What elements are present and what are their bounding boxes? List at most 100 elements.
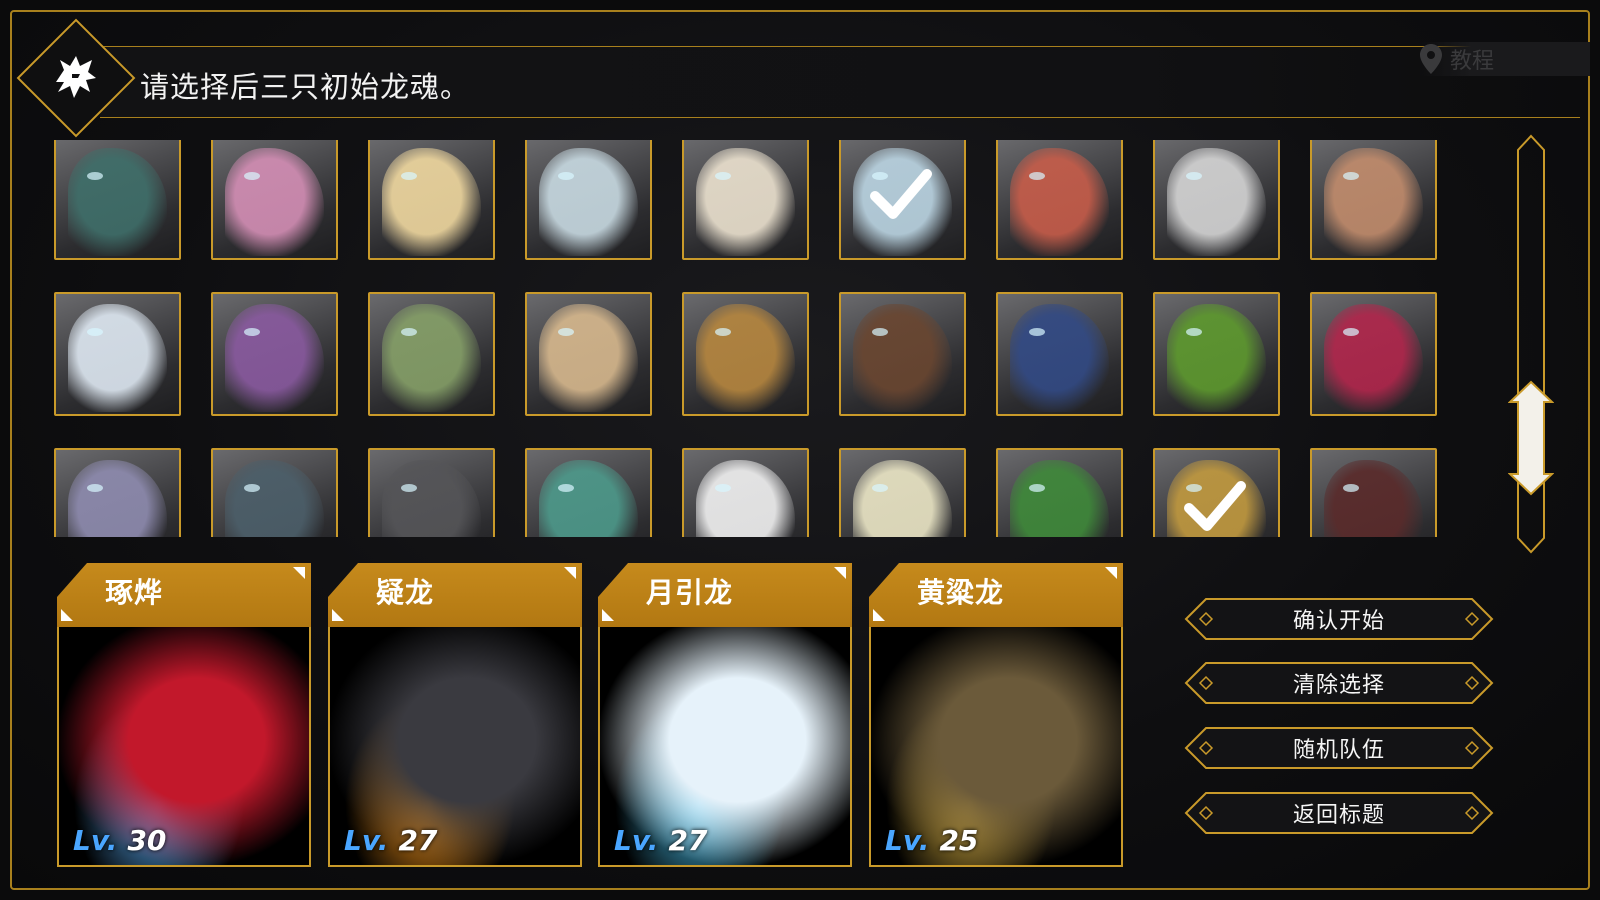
dragon-eye	[86, 327, 103, 336]
corner-marker	[834, 567, 846, 579]
confirm-start-button[interactable]: 确认开始	[1184, 597, 1494, 641]
dragon-portrait	[1324, 459, 1423, 537]
corner-marker	[602, 609, 614, 621]
dragon-eye	[1028, 171, 1045, 180]
dragon-tile-feather-dragon[interactable]	[525, 292, 652, 416]
corner-marker	[293, 567, 305, 579]
dragon-portrait	[1010, 303, 1109, 412]
dragon-portrait	[382, 303, 481, 412]
team-card[interactable]: Lv. 27 月引龙	[598, 563, 852, 867]
dragon-tile-navy-dragon[interactable]	[996, 292, 1123, 416]
card-level: Lv. 27	[614, 824, 707, 857]
team-card[interactable]: Lv. 25 黄粱龙	[869, 563, 1123, 867]
dragon-tile-teal-dragon[interactable]	[54, 140, 181, 260]
return-title-label: 返回标题	[1292, 803, 1385, 828]
check-icon	[870, 169, 932, 219]
dragon-tile-green-wyvern-dragon[interactable]	[996, 448, 1123, 537]
team-card[interactable]: Lv. 27 疑龙	[328, 563, 582, 867]
dragon-grid-inner	[54, 140, 1454, 537]
dragon-eye	[1342, 327, 1359, 336]
team-card[interactable]: Lv. 30 琢烨	[57, 563, 311, 867]
corner-marker	[61, 609, 73, 621]
dragon-tile-white-blue-dragon[interactable]	[54, 292, 181, 416]
dragon-portrait	[539, 459, 638, 537]
dragon-tile-dark-fish-dragon[interactable]	[211, 448, 338, 537]
confirm-start-label: 确认开始	[1292, 609, 1385, 634]
dragon-portrait	[1324, 303, 1423, 412]
dragon-grid[interactable]	[54, 140, 1454, 537]
dragon-eye	[243, 327, 260, 336]
dragon-eye	[243, 483, 260, 492]
dragon-eye	[1028, 327, 1045, 336]
clear-selection-button[interactable]: 清除选择	[1184, 661, 1494, 705]
card-name-tab: 疑龙	[328, 563, 582, 627]
dragon-tile-silver-spike-dragon[interactable]	[1153, 140, 1280, 260]
clear-selection-label: 清除选择	[1292, 673, 1385, 698]
page-title: 请选择后三只初始龙魂。	[140, 70, 471, 104]
dragon-tile-white-horned-dragon[interactable]	[682, 140, 809, 260]
dragon-tile-gold-antler-dragon[interactable]	[1153, 448, 1280, 537]
dragon-eye	[1342, 171, 1359, 180]
level-prefix: Lv.	[73, 824, 118, 857]
corner-marker	[1105, 567, 1117, 579]
dragon-eye	[714, 483, 731, 492]
dragon-tile-teal-gold-dragon[interactable]	[525, 448, 652, 537]
dragon-tile-ice-crystal-dragon[interactable]	[525, 140, 652, 260]
dragon-eye	[400, 483, 417, 492]
card-name: 黄粱龙	[917, 576, 1005, 609]
corner-marker	[564, 567, 576, 579]
dragon-eye	[400, 171, 417, 180]
dragon-tile-antler-gold-dragon[interactable]	[682, 292, 809, 416]
dragon-portrait	[1167, 303, 1266, 412]
dragon-portrait	[382, 459, 481, 537]
dragon-tile-emerald-orb-dragon[interactable]	[1153, 292, 1280, 416]
card-level: Lv. 27	[344, 824, 437, 857]
level-value: 30	[127, 824, 167, 857]
dragon-tile-cream-dragon[interactable]	[839, 448, 966, 537]
dragon-eye	[86, 483, 103, 492]
dragon-tile-neon-fire-dragon[interactable]	[1310, 292, 1437, 416]
dragon-tile-frost-wing-dragon[interactable]	[839, 140, 966, 260]
dragon-tile-golden-halo-dragon[interactable]	[368, 140, 495, 260]
dragon-tile-violet-dragon[interactable]	[211, 292, 338, 416]
dragon-tile-brown-ram-dragon[interactable]	[839, 292, 966, 416]
dragon-portrait	[1324, 147, 1423, 256]
dragon-tile-gray-cat-dragon[interactable]	[368, 448, 495, 537]
dragon-eye	[557, 327, 574, 336]
random-team-button[interactable]: 随机队伍	[1184, 726, 1494, 770]
dragon-tile-crimson-dark-dragon[interactable]	[1310, 448, 1437, 537]
card-level: Lv. 30	[73, 824, 166, 857]
check-icon	[1184, 481, 1246, 531]
dragon-eye	[86, 171, 103, 180]
level-prefix: Lv.	[885, 824, 930, 857]
dragon-portrait	[68, 459, 167, 537]
dragon-eye	[557, 483, 574, 492]
tutorial-button[interactable]: 教程	[1420, 42, 1590, 76]
tutorial-label: 教程	[1450, 49, 1495, 74]
dragon-portrait	[1167, 147, 1266, 256]
dragon-portrait	[539, 147, 638, 256]
dragon-tile-green-leaf-dragon[interactable]	[368, 292, 495, 416]
card-portrait-frame: Lv. 30	[57, 613, 311, 867]
dragon-portrait	[1010, 459, 1109, 537]
dragon-portrait	[853, 303, 952, 412]
dragon-tile-white-wyrm-dragon[interactable]	[682, 448, 809, 537]
dragon-tile-copper-dragon[interactable]	[1310, 140, 1437, 260]
dragon-tile-red-serpent-dragon[interactable]	[996, 140, 1123, 260]
dragon-eye	[714, 327, 731, 336]
card-portrait-frame: Lv. 27	[598, 613, 852, 867]
dragon-eye	[243, 171, 260, 180]
return-title-button[interactable]: 返回标题	[1184, 791, 1494, 835]
card-name: 月引龙	[646, 576, 734, 609]
dragon-portrait	[225, 459, 324, 537]
level-value: 27	[398, 824, 438, 857]
dragon-eye	[557, 171, 574, 180]
dragon-portrait	[539, 303, 638, 412]
level-prefix: Lv.	[344, 824, 389, 857]
dragon-eye	[1185, 171, 1202, 180]
scroll-thumb-icon[interactable]	[1508, 380, 1554, 496]
dragon-portrait	[225, 303, 324, 412]
dragon-tile-pink-dragon[interactable]	[211, 140, 338, 260]
dragon-tile-armored-gold-dragon[interactable]	[54, 448, 181, 537]
card-name: 琢烨	[105, 576, 164, 609]
